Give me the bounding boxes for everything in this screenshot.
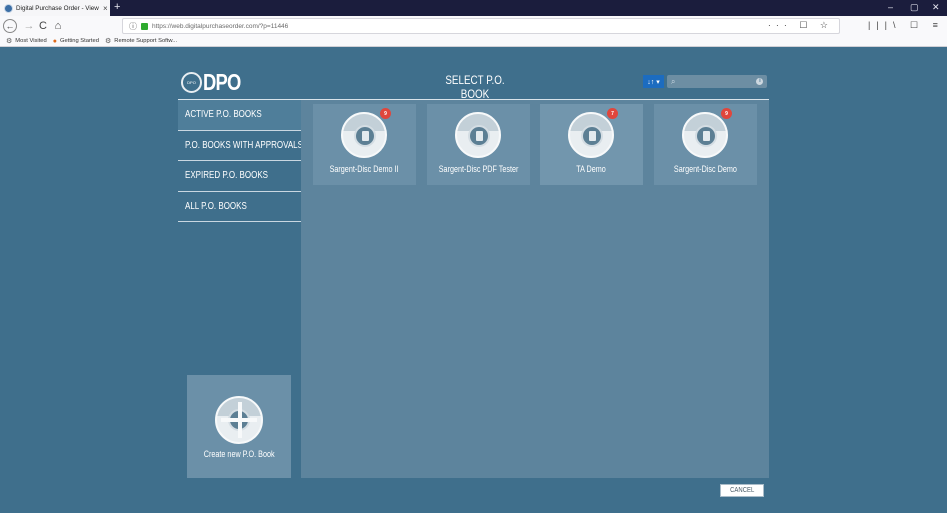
close-window-button[interactable]: ✕ — [932, 2, 940, 13]
home-button[interactable]: ⌂ — [50, 18, 66, 34]
bookmarks-bar: ⚙ Most Visited ● Getting Started ⚙ Remot… — [0, 36, 947, 47]
browser-toolbar-icons[interactable]: |||\ ☐ ≡ — [868, 20, 944, 31]
gear-icon: ⚙ — [104, 38, 112, 45]
logo-text: DPO — [203, 69, 241, 95]
lock-icon — [141, 22, 148, 30]
bookmark-label: Remote Support Softw... — [114, 38, 178, 44]
browser-tab[interactable]: Digital Purchase Order - View × — [0, 0, 110, 16]
sidebar-item-active-po-books[interactable]: ACTIVE P.O. BOOKS — [178, 100, 301, 131]
search-input[interactable] — [678, 78, 757, 85]
bookmark-label: Most Visited — [15, 38, 47, 44]
browser-nav-bar: ← → C ⌂ ⓘ https://web.digitalpurchaseord… — [0, 16, 947, 36]
create-po-book-label: Create new P.O. Book — [203, 449, 275, 459]
po-book-card[interactable]: 7 TA Demo — [540, 104, 643, 185]
new-tab-button[interactable]: + — [114, 1, 120, 13]
sidebar: ACTIVE P.O. BOOKS P.O. BOOKS WITH APPROV… — [178, 100, 303, 222]
book-icon — [455, 112, 501, 158]
notification-badge: 9 — [721, 108, 732, 119]
books-panel: 9 Sargent-Disc Demo II Sargent-Disc PDF … — [301, 100, 769, 478]
gear-icon: ⚙ — [6, 38, 13, 45]
po-book-card[interactable]: 9 Sargent-Disc Demo — [654, 104, 757, 185]
info-icon[interactable]: ⓘ — [129, 21, 137, 32]
logo-seal-icon: DPO — [181, 72, 202, 93]
book-name: Sargent-Disc Demo — [674, 164, 737, 174]
bookmark-getting-started[interactable]: ● Getting Started — [53, 38, 99, 45]
po-book-card[interactable]: Sargent-Disc PDF Tester — [427, 104, 530, 185]
cancel-button[interactable]: CANCEL — [720, 484, 764, 497]
book-icon — [682, 112, 728, 158]
search-box[interactable]: ⌕ i — [667, 75, 767, 88]
tab-close-icon[interactable]: × — [103, 4, 108, 13]
po-book-card[interactable]: 9 Sargent-Disc Demo II — [313, 104, 416, 185]
reload-button[interactable]: C — [35, 18, 51, 34]
firefox-icon: ● — [52, 37, 57, 45]
book-icon — [568, 112, 614, 158]
bookmark-most-visited[interactable]: ⚙ Most Visited — [6, 37, 47, 45]
search-icon: ⌕ — [671, 76, 676, 86]
page-title: SELECT P.O. BOOK — [445, 73, 505, 101]
book-icon — [341, 112, 387, 158]
tab-title: Digital Purchase Order - View — [16, 4, 99, 12]
sidebar-item-all-po-books[interactable]: ALL P.O. BOOKS — [178, 192, 301, 222]
book-name: Sargent-Disc Demo II — [330, 164, 399, 174]
url-text[interactable]: https://web.digitalpurchaseorder.com/?p=… — [152, 23, 288, 30]
create-po-book-button[interactable]: Create new P.O. Book — [187, 375, 291, 478]
url-actions[interactable]: ··· ☐ ☆ — [768, 20, 833, 31]
browser-tab-bar: Digital Purchase Order - View × + – ▢ ✕ — [0, 0, 947, 16]
sidebar-item-po-books-with-approvals[interactable]: P.O. BOOKS WITH APPROVALS — [178, 131, 303, 161]
notification-badge: 7 — [607, 108, 618, 119]
url-bar[interactable]: ⓘ https://web.digitalpurchaseorder.com/?… — [122, 18, 840, 34]
notification-badge: 9 — [380, 108, 391, 119]
minimize-button[interactable]: – — [888, 2, 893, 12]
favicon-icon — [4, 3, 13, 13]
sort-button[interactable]: ↓↑ ▾ — [643, 75, 664, 88]
search-info-icon[interactable]: i — [756, 78, 764, 85]
bookmark-remote-support[interactable]: ⚙ Remote Support Softw... — [105, 37, 177, 45]
book-name: TA Demo — [576, 164, 607, 174]
bookmark-label: Getting Started — [59, 38, 99, 44]
book-name: Sargent-Disc PDF Tester — [438, 164, 519, 174]
back-button[interactable]: ← — [3, 19, 17, 33]
plus-icon — [215, 396, 263, 444]
dpo-logo: DPO DPO — [181, 69, 250, 96]
maximize-button[interactable]: ▢ — [910, 2, 919, 13]
sidebar-item-expired-po-books[interactable]: EXPIRED P.O. BOOKS — [178, 161, 301, 192]
